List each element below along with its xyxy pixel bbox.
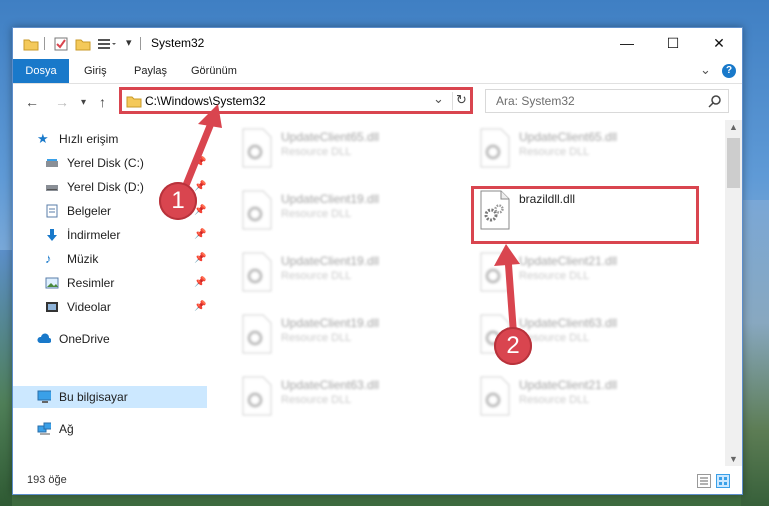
annotation-arrows: [176, 104, 520, 344]
step-marker-1: 1: [159, 182, 197, 220]
arrow-1-head: [198, 104, 222, 128]
step-marker-2: 2: [494, 327, 532, 365]
arrow-2-head: [494, 244, 520, 266]
